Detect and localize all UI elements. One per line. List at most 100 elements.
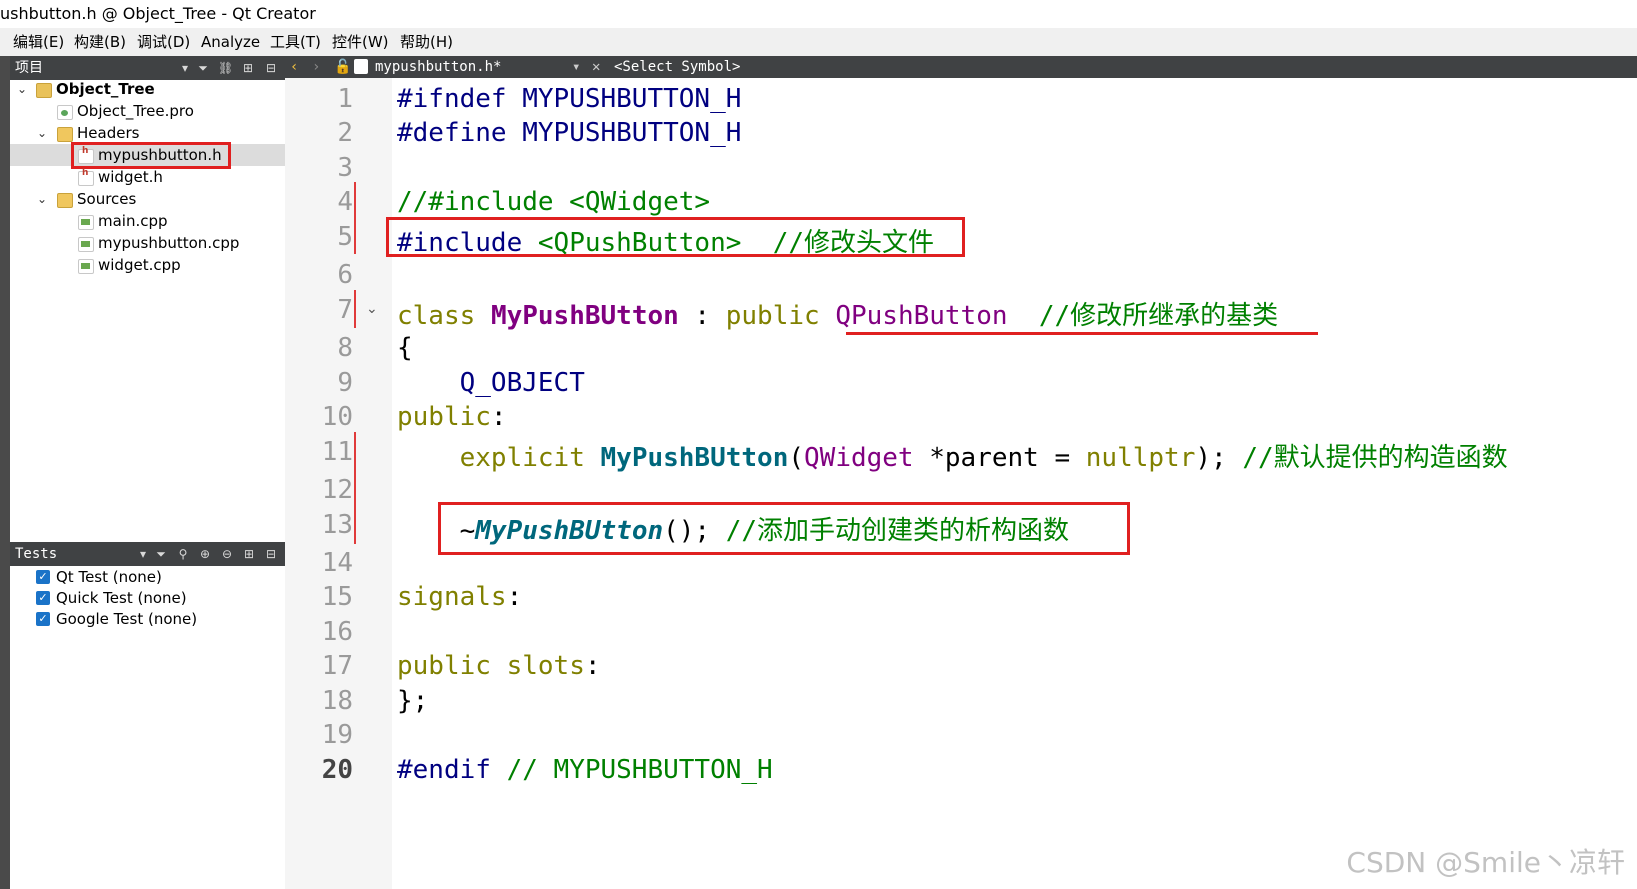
close-file-icon[interactable]: ✕ [592,56,600,78]
checkbox-checked-icon[interactable]: ✓ [36,612,50,626]
tree-item-pro-file[interactable]: Object_Tree.pro [10,100,294,122]
test-item-google[interactable]: ✓ Google Test (none) [10,608,294,630]
token: explicit [459,443,585,473]
line-number: 5 [337,222,353,252]
token: Q_OBJECT [459,368,585,398]
tests-panel-title: Tests [15,546,58,562]
code-line-7: class MyPushBUtton : public QPushButton … [397,295,1278,332]
line-number: 6 [337,260,353,290]
checkbox-checked-icon[interactable]: ✓ [36,591,50,605]
cpp-file-icon [78,259,94,274]
menu-controls[interactable]: 控件(W) [332,28,389,56]
sources-folder-icon [57,193,73,208]
line-number: 14 [321,548,353,578]
tree-item-headers[interactable]: ⌄ Headers [10,122,294,144]
menu-bar: 编辑(E) 构建(B) 调试(D) Analyze 工具(T) 控件(W) 帮助… [0,28,1637,56]
code-line-1: #ifndef MYPUSHBUTTON_H [397,84,741,114]
changed-line-marker [354,290,356,328]
menu-build[interactable]: 构建(B) [74,28,126,56]
line-number: 19 [321,720,353,750]
tree-item-main-cpp[interactable]: main.cpp [10,210,294,232]
pro-file-label: Object_Tree.pro [77,102,194,120]
code-line-18: }; [397,686,428,716]
collapse-icon[interactable]: ⊖ [220,542,234,566]
annotation-box-destructor [438,502,1130,555]
token: { [397,333,413,363]
token: : [506,582,523,612]
chevron-down-icon[interactable]: ⌄ [16,78,28,100]
token: signals [397,582,507,612]
tree-item-sources[interactable]: ⌄ Sources [10,188,294,210]
annotation-underline-base-class [846,332,1318,335]
tree-item-widget-h[interactable]: widget.h [10,166,294,188]
symbol-selector[interactable]: <Select Symbol> [614,56,740,78]
token: : [678,301,726,331]
link-icon[interactable]: ⛓ [218,56,233,80]
chevron-down-icon[interactable]: ⌄ [36,188,48,210]
split-icon[interactable]: ⊞ [242,542,256,566]
token: #ifndef [397,84,507,114]
token: public [725,301,820,331]
wand-icon[interactable]: ⚲ [176,542,190,566]
close-panel-icon[interactable]: ⊟ [264,56,278,80]
menu-edit[interactable]: 编辑(E) [13,28,64,56]
code-line-2: #define MYPUSHBUTTON_H [397,118,741,148]
split-icon[interactable]: ⊞ [241,56,255,80]
test-item-quick[interactable]: ✓ Quick Test (none) [10,587,294,609]
token: ( [788,443,805,473]
annotation-box-include [386,217,965,257]
token: //#include <QWidget> [397,187,711,217]
line-number: 1 [337,84,353,114]
token: ); [1195,443,1227,473]
line-number: 16 [321,617,353,647]
tree-item-mypushbutton-cpp[interactable]: mypushbutton.cpp [10,232,294,254]
sources-label: Sources [77,190,137,208]
headers-label: Headers [77,124,140,142]
chevron-down-icon[interactable]: ⌄ [36,122,48,144]
line-number: 11 [321,437,353,467]
token: nullptr [1085,443,1196,473]
cpp-file-icon [78,215,94,230]
close-panel-icon[interactable]: ⊟ [264,542,278,566]
fold-chevron-icon[interactable]: ⌄ [366,301,378,317]
code-line-9: Q_OBJECT [397,368,585,398]
menu-help[interactable]: 帮助(H) [400,28,453,56]
line-number-current: 20 [321,755,353,785]
window-title-bar: ushbutton.h @ Object_Tree - Qt Creator [0,0,1637,28]
projects-panel-title: 项目 [15,60,43,76]
dropdown-arrow-icon[interactable]: ▾ [178,56,192,80]
test-item-qt[interactable]: ✓ Qt Test (none) [10,566,294,588]
projects-panel-header: 项目 ▾ ⏷ ⛓ ⊞ ⊟ [10,56,294,80]
checkbox-checked-icon[interactable]: ✓ [36,570,50,584]
filter-icon[interactable]: ⏷ [196,56,210,80]
code-line-10: public: [397,402,507,432]
line-number: 2 [337,118,353,148]
open-file-name[interactable]: mypushbutton.h* [375,56,501,78]
code-line-4: //#include <QWidget> [397,187,710,217]
token: MyPushBUtton [600,443,789,473]
menu-tools[interactable]: 工具(T) [270,28,321,56]
token: //默认提供的构造函数 [1226,443,1508,473]
forward-arrow-icon[interactable]: › [312,56,320,78]
lock-icon: 🔓 [334,59,352,75]
token: *parent = [913,443,1086,473]
token: class [397,301,476,331]
token: #define [397,118,507,148]
project-name: Object_Tree [56,80,155,98]
back-arrow-icon[interactable]: ‹ [290,56,298,78]
pro-file-icon [57,105,73,120]
file-label: widget.h [98,168,163,186]
dropdown-arrow-icon[interactable]: ▾ [136,542,150,566]
file-label: main.cpp [98,212,168,230]
watermark: CSDN @Smile丶凉轩 [1346,846,1625,879]
expand-icon[interactable]: ⊕ [198,542,212,566]
filter-icon[interactable]: ⏷ [154,542,168,566]
annotation-box-selected-file [71,142,231,169]
tree-item-widget-cpp[interactable]: widget.cpp [10,254,294,276]
menu-analyze[interactable]: Analyze [201,28,260,56]
dropdown-arrow-icon[interactable]: ▾ [572,56,580,78]
tree-item-project-root[interactable]: ⌄ Object_Tree [10,78,294,100]
qt-creator-window: ushbutton.h @ Object_Tree - Qt Creator 编… [0,0,1637,889]
menu-debug[interactable]: 调试(D) [137,28,190,56]
token: }; [397,686,429,716]
